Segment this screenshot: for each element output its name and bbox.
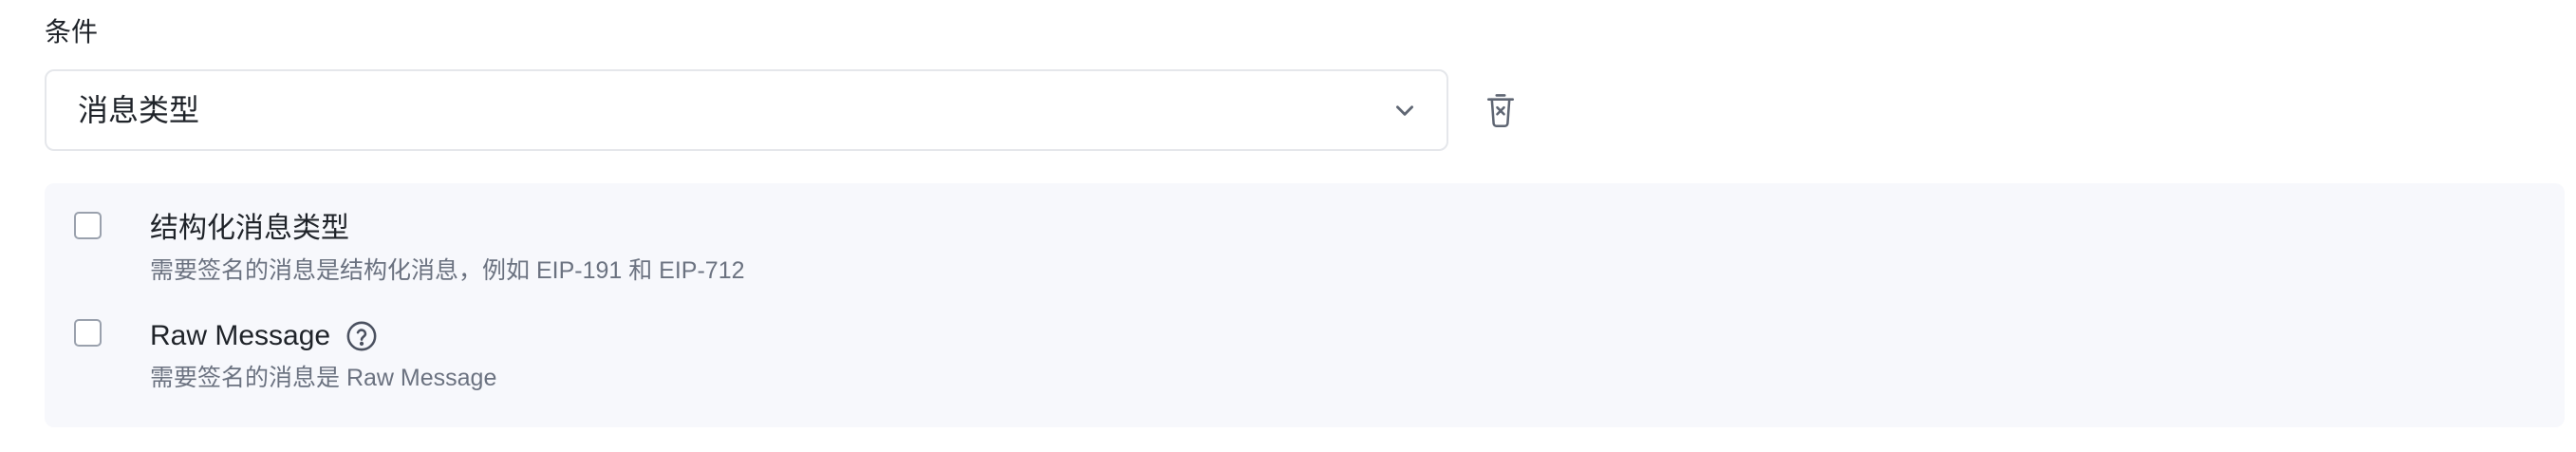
structured-message-description: 需要签名的消息是结构化消息，例如 EIP-191 和 EIP-712 <box>150 257 745 284</box>
question-circle-icon[interactable] <box>345 320 378 352</box>
trash-icon <box>1486 94 1515 127</box>
raw-message-description: 需要签名的消息是 Raw Message <box>150 365 497 391</box>
chevron-down-icon <box>1389 94 1421 126</box>
message-type-options-panel: 结构化消息类型 需要签名的消息是结构化消息，例如 EIP-191 和 EIP-7… <box>45 183 2565 427</box>
condition-type-select[interactable]: 消息类型 <box>45 69 1448 151</box>
delete-condition-button[interactable] <box>1484 91 1518 129</box>
condition-label: 条件 <box>45 17 99 47</box>
condition-type-select-value: 消息类型 <box>78 93 200 127</box>
raw-message-checkbox[interactable] <box>74 319 102 347</box>
structured-message-title: 结构化消息类型 <box>150 213 349 244</box>
raw-message-title-row: Raw Message <box>150 317 378 355</box>
raw-message-title: Raw Message <box>150 320 331 351</box>
structured-message-checkbox[interactable] <box>74 212 102 239</box>
